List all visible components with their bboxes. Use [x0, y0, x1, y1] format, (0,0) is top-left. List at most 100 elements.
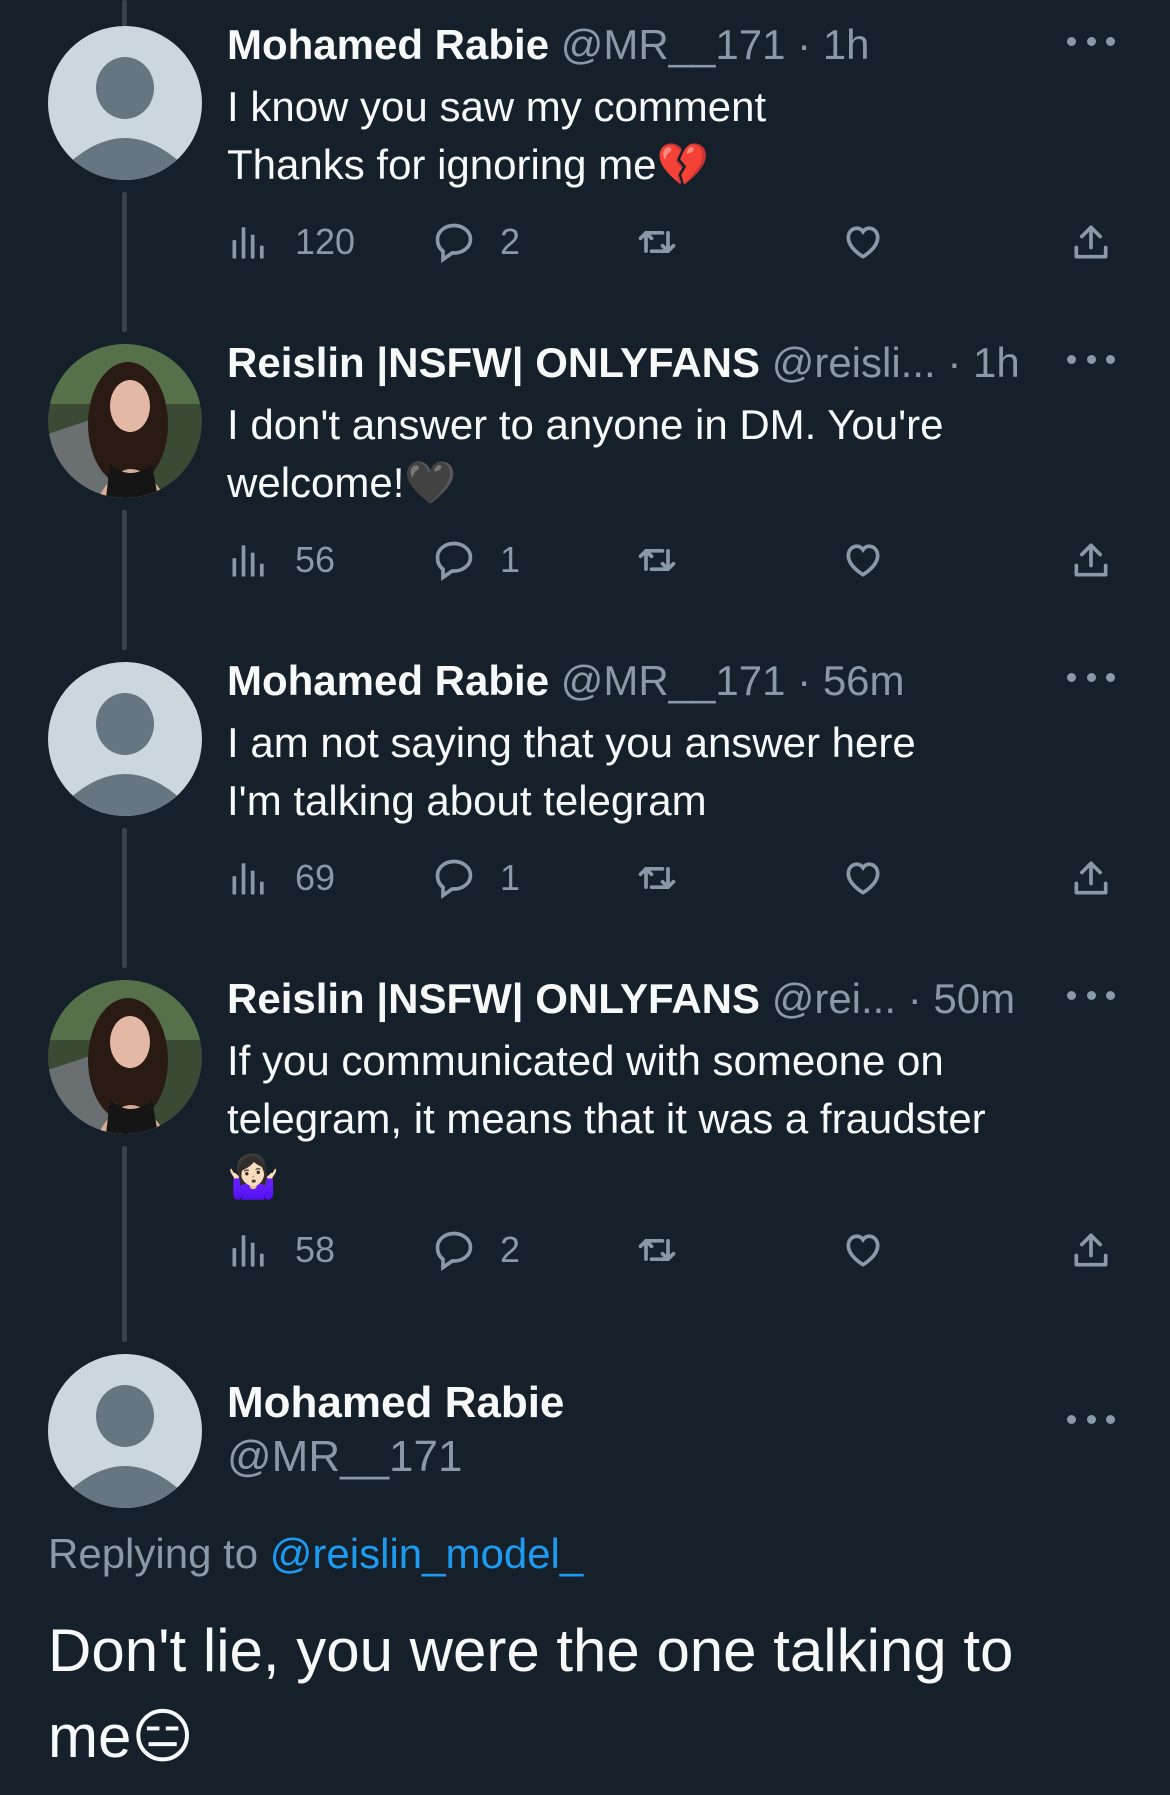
tweet[interactable]: Mohamed Rabie @MR__171 · 56m I am not sa…: [0, 636, 1170, 954]
tweet-header: Reislin |NSFW| ONLYFANS @rei... · 50m: [227, 974, 1090, 1024]
views-count: 58: [295, 1229, 336, 1270]
author-handle[interactable]: @reisli...: [772, 339, 936, 386]
tweet-text-line: Thanks for ignoring me💔: [227, 141, 709, 188]
heart-icon: [846, 544, 880, 577]
tweet-text: I know you saw my comment Thanks for ign…: [227, 78, 1100, 194]
views-button[interactable]: 58: [227, 1220, 335, 1280]
like-button[interactable]: [841, 848, 885, 908]
tweet-text-line: I am not saying that you answer here: [227, 719, 916, 766]
share-button[interactable]: [1069, 212, 1113, 272]
author-handle[interactable]: @MR__171: [561, 657, 786, 704]
tweet-text: If you communicated with someone on tele…: [227, 1032, 1100, 1206]
tweet-text-line: If you communicated with someone on: [227, 1037, 944, 1084]
views-count: 69: [295, 857, 336, 898]
reply-text[interactable]: Don't lie, you were the one talking to m…: [48, 1608, 1130, 1780]
views-count: 120: [295, 221, 356, 262]
action-bar: 58 2: [227, 1220, 1120, 1280]
share-button[interactable]: [1069, 1220, 1113, 1280]
share-icon: [1074, 543, 1108, 577]
tweet-text-line: welcome!🖤: [227, 459, 457, 506]
tweet-text-line: 🤷🏻‍♀️: [227, 1152, 280, 1201]
photo-avatar[interactable]: [48, 980, 202, 1134]
reply-author: Mohamed Rabie @MR__171: [227, 1376, 1090, 1484]
more-dots-icon[interactable]: [1067, 1404, 1115, 1434]
views-chart-icon: [232, 545, 264, 577]
timestamp[interactable]: 56m: [823, 657, 905, 704]
tweet[interactable]: Reislin |NSFW| ONLYFANS @rei... · 50m If…: [0, 954, 1170, 1328]
reply-text-line: me😑: [48, 1703, 194, 1770]
author-name[interactable]: Reislin |NSFW| ONLYFANS: [227, 975, 760, 1022]
reply-bubble-icon: [435, 1231, 473, 1271]
views-count: 56: [295, 539, 336, 580]
action-bar: 69 1: [227, 848, 1120, 908]
views-chart-icon: [232, 227, 264, 259]
timestamp[interactable]: 1h: [973, 339, 1020, 386]
retweet-button[interactable]: [635, 1220, 679, 1280]
like-button[interactable]: [841, 530, 885, 590]
separator-dot: ·: [935, 339, 974, 386]
separator-dot: ·: [785, 657, 823, 704]
tweet-text-line: I'm talking about telegram: [227, 777, 707, 824]
reply-button[interactable]: 1: [432, 848, 520, 908]
author-name[interactable]: Reislin |NSFW| ONLYFANS: [227, 339, 760, 386]
tweet-text: I don't answer to anyone in DM. You're w…: [227, 396, 1100, 512]
more-dots-icon[interactable]: [1067, 26, 1115, 56]
views-button[interactable]: 69: [227, 848, 335, 908]
retweet-icon: [638, 1239, 676, 1261]
tweet-text-line: telegram, it means that it was a fraudst…: [227, 1095, 986, 1142]
default-avatar[interactable]: [48, 1354, 202, 1508]
share-button[interactable]: [1069, 530, 1113, 590]
tweet[interactable]: Mohamed Rabie @MR__171 · 1h I know you s…: [0, 0, 1170, 318]
share-icon: [1074, 1233, 1108, 1267]
views-chart-icon: [232, 863, 264, 895]
share-button[interactable]: [1069, 848, 1113, 908]
more-dots-icon[interactable]: [1067, 344, 1115, 374]
author-handle[interactable]: @rei...: [772, 975, 896, 1022]
tweet[interactable]: Reislin |NSFW| ONLYFANS @reisli... · 1h …: [0, 318, 1170, 636]
retweet-button[interactable]: [635, 848, 679, 908]
reply-text-line: Don't lie, you were the one talking to: [48, 1617, 1014, 1684]
reply-button[interactable]: 2: [432, 212, 520, 272]
retweet-button[interactable]: [635, 530, 679, 590]
author-handle[interactable]: @MR__171: [561, 21, 786, 68]
tweet-header: Reislin |NSFW| ONLYFANS @reisli... · 1h: [227, 338, 1090, 388]
views-button[interactable]: 56: [227, 530, 335, 590]
reply-count: 1: [500, 539, 521, 580]
tweet-header: Mohamed Rabie @MR__171 · 1h: [227, 20, 1090, 70]
retweet-icon: [638, 867, 676, 889]
views-chart-icon: [232, 1235, 264, 1267]
share-icon: [1074, 225, 1108, 259]
author-name[interactable]: Mohamed Rabie: [227, 21, 549, 68]
reply-bubble-icon: [435, 223, 473, 263]
views-button[interactable]: 120: [227, 212, 355, 272]
timestamp[interactable]: 50m: [933, 975, 1015, 1022]
more-dots-icon[interactable]: [1067, 980, 1115, 1010]
reply-button[interactable]: 1: [432, 530, 520, 590]
reply-bubble-icon: [435, 859, 473, 899]
reply-button[interactable]: 2: [432, 1220, 520, 1280]
replying-to: Replying to @reislin_model_: [48, 1530, 583, 1578]
author-handle[interactable]: @MR__171: [227, 1430, 1090, 1484]
reply-count: 1: [500, 857, 521, 898]
reply-count: 2: [500, 1229, 521, 1270]
photo-avatar[interactable]: [48, 344, 202, 498]
author-name[interactable]: Mohamed Rabie: [227, 1376, 1090, 1430]
more-dots-icon[interactable]: [1067, 662, 1115, 692]
heart-icon: [846, 226, 880, 259]
author-name[interactable]: Mohamed Rabie: [227, 657, 549, 704]
share-icon: [1074, 861, 1108, 895]
default-avatar[interactable]: [48, 26, 202, 180]
heart-icon: [846, 862, 880, 895]
heart-icon: [846, 1234, 880, 1267]
retweet-icon: [638, 231, 676, 253]
reply-bubble-icon: [435, 541, 473, 581]
replying-to-link[interactable]: @reislin_model_: [270, 1530, 583, 1577]
tweet-text-line: I know you saw my comment: [227, 83, 767, 130]
like-button[interactable]: [841, 212, 885, 272]
timestamp[interactable]: 1h: [823, 21, 870, 68]
default-avatar[interactable]: [48, 662, 202, 816]
like-button[interactable]: [841, 1220, 885, 1280]
action-bar: 120 2: [227, 212, 1120, 272]
replying-prefix: Replying to: [48, 1530, 259, 1577]
retweet-button[interactable]: [635, 212, 679, 272]
